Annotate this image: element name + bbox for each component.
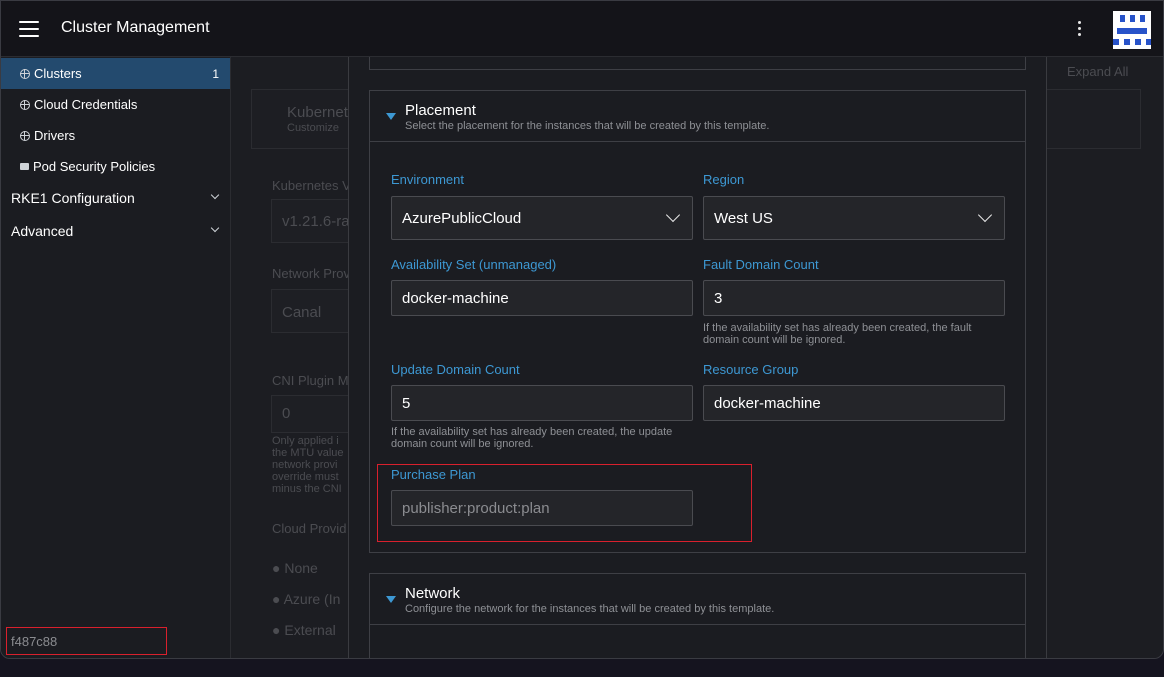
network-title: Network (405, 585, 461, 602)
radio-none[interactable]: ● None (272, 560, 318, 576)
sidebar-group-advanced[interactable]: Advanced (1, 215, 230, 246)
purchase-plan-label: Purchase Plan (391, 467, 476, 482)
cni-help-line: override must (272, 471, 339, 483)
cni-label: CNI Plugin M (272, 373, 349, 388)
previous-section (369, 57, 1026, 70)
placement-subtitle: Select the placement for the instances t… (405, 120, 770, 132)
cni-help-line: the MTU value (272, 447, 344, 459)
sidebar-group-rke1-configuration[interactable]: RKE1 Configuration (1, 182, 230, 213)
sidebar-item-cloud-credentials[interactable]: Cloud Credentials (1, 89, 230, 120)
sidebar-item-pod-security-policies[interactable]: Pod Security Policies (1, 151, 230, 182)
kubernetes-section-subtitle: Customize (287, 122, 339, 134)
sidebar-group-label: RKE1 Configuration (11, 189, 135, 206)
cloud-provider-label: Cloud Provid (272, 521, 347, 536)
network-provider-label: Network Prov (272, 266, 351, 281)
availability-set-label: Availability Set (unmanaged) (391, 257, 557, 272)
region-value: West US (714, 210, 773, 227)
globe-icon (20, 99, 30, 110)
network-section-header[interactable]: Network Configure the network for the in… (370, 574, 1025, 625)
sidebar-item-label: Drivers (34, 128, 76, 143)
more-options-icon[interactable] (1073, 19, 1085, 41)
user-avatar[interactable] (1113, 11, 1151, 49)
app-window: Cluster Management Clusters 1 Cloud Cred… (0, 0, 1164, 659)
resource-group-label: Resource Group (703, 362, 799, 377)
kubernetes-version-value: v1.21.6-ra (282, 213, 350, 230)
radio-label: None (284, 560, 318, 576)
cni-value: 0 (282, 405, 291, 422)
expand-all-link[interactable]: Expand All (1067, 64, 1128, 79)
placement-title: Placement (405, 102, 476, 119)
sidebar-group-label: Advanced (11, 222, 74, 239)
chevron-down-icon (977, 207, 993, 223)
sidebar: Clusters 1 Cloud Credentials Drivers Pod… (1, 57, 231, 658)
network-section: Network Configure the network for the in… (369, 573, 1026, 658)
update-domain-count-label: Update Domain Count (391, 362, 520, 377)
sidebar-item-label: Cloud Credentials (34, 97, 138, 112)
chevron-down-icon (665, 207, 681, 223)
globe-icon (20, 68, 30, 79)
menu-icon[interactable] (19, 21, 39, 37)
fault-domain-help-text: If the availability set has already been… (703, 322, 972, 346)
kubernetes-version-label: Kubernetes V (272, 178, 351, 193)
environment-value: AzurePublicCloud (402, 210, 522, 227)
clusters-count-badge: 1 (212, 66, 219, 81)
resource-group-input[interactable] (703, 385, 1005, 421)
cni-help-line: network provi (272, 459, 338, 471)
placement-section: Placement Select the placement for the i… (369, 90, 1026, 553)
region-label: Region (703, 172, 745, 187)
triangle-down-icon (386, 113, 396, 120)
fault-domain-count-input[interactable] (703, 280, 1005, 316)
radio-label: Azure (In (283, 591, 341, 607)
sidebar-item-drivers[interactable]: Drivers (1, 120, 230, 151)
cni-help-line: Only applied i (272, 435, 339, 447)
placement-section-header[interactable]: Placement Select the placement for the i… (370, 91, 1025, 142)
folder-icon (20, 163, 29, 170)
environment-label: Environment (391, 172, 464, 187)
availability-set-input[interactable] (391, 280, 693, 316)
radio-azure[interactable]: ● Azure (In (272, 591, 340, 607)
fault-domain-count-label: Fault Domain Count (703, 257, 819, 272)
radio-external[interactable]: ● External (272, 622, 336, 638)
update-domain-help-text: If the availability set has already been… (391, 426, 673, 450)
cni-help-line: minus the CNI (272, 483, 342, 495)
globe-icon (20, 130, 30, 141)
chevron-down-icon (210, 190, 220, 200)
triangle-down-icon (386, 596, 396, 603)
top-header: Cluster Management (1, 1, 1163, 57)
node-template-modal: Placement Select the placement for the i… (348, 57, 1047, 658)
purchase-plan-input[interactable] (391, 490, 693, 526)
sidebar-item-label: Clusters (34, 66, 82, 81)
build-commit-hash: f487c88 (6, 627, 167, 655)
network-subtitle: Configure the network for the instances … (405, 603, 775, 615)
update-domain-count-input[interactable] (391, 385, 693, 421)
region-select[interactable]: West US (703, 196, 1005, 240)
network-provider-value: Canal (282, 304, 322, 321)
sidebar-item-label: Pod Security Policies (33, 159, 156, 174)
environment-select[interactable]: AzurePublicCloud (391, 196, 693, 240)
radio-label: External (284, 622, 336, 638)
app-title: Cluster Management (61, 19, 210, 36)
chevron-down-icon (210, 223, 220, 233)
sidebar-item-clusters[interactable]: Clusters 1 (1, 58, 230, 89)
